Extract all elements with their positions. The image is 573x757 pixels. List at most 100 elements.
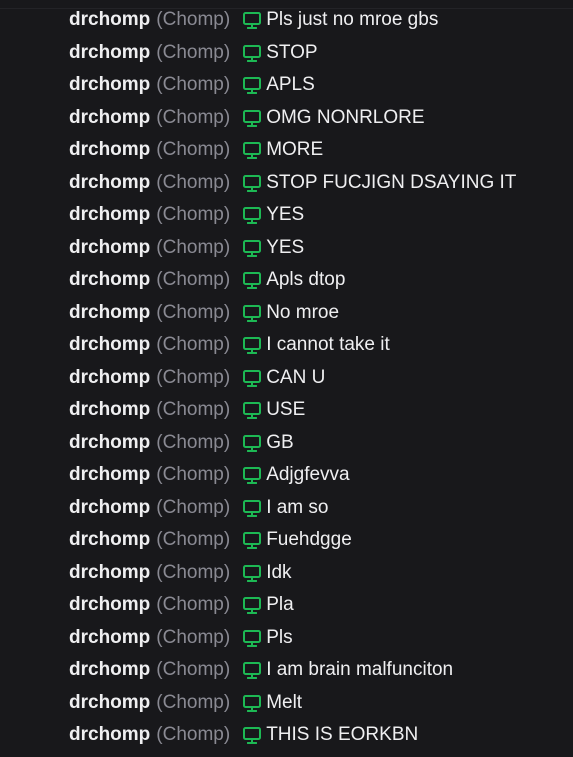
monitor-icon: [242, 563, 262, 583]
message-text: YES: [266, 236, 305, 258]
monitor-icon: [242, 335, 262, 355]
message-text: I cannot take it: [266, 334, 390, 355]
username[interactable]: drchomp: [69, 73, 150, 97]
chat-line: drchomp (Chomp) Adjgfevva: [69, 463, 350, 487]
chat-log: drchomp (Chomp) Pls just no mroe gbs drchom…: [0, 0, 573, 757]
display-name: (Chomp): [156, 74, 231, 95]
monitor-icon: [242, 465, 262, 485]
monitor-icon: [242, 368, 262, 388]
chat-line: drchomp (Chomp) THIS IS EORKBN: [69, 723, 418, 747]
username[interactable]: drchomp: [69, 658, 150, 682]
chat-line: drchomp (Chomp) Idk: [69, 561, 292, 585]
display-name: (Chomp): [156, 431, 231, 453]
message-text: Pla: [266, 594, 294, 615]
display-name: (Chomp): [156, 659, 231, 680]
chat-line: drchomp (Chomp) No mroe: [69, 301, 339, 325]
message-text: Apls dtop: [266, 269, 346, 290]
chat-line: drchomp (Chomp) Pls just no mroe gbs: [69, 8, 438, 32]
display-name: (Chomp): [156, 464, 231, 485]
username[interactable]: drchomp: [69, 41, 150, 65]
monitor-icon: [242, 693, 262, 713]
display-name: (Chomp): [156, 171, 231, 193]
message-text: Fuehdgge: [266, 529, 352, 550]
monitor-icon: [242, 140, 262, 160]
message-text: STOP: [266, 41, 318, 63]
display-name: (Chomp): [156, 724, 231, 745]
display-name: (Chomp): [156, 691, 231, 713]
monitor-icon: [242, 400, 262, 420]
username[interactable]: drchomp: [69, 236, 150, 260]
message-text: GB: [266, 431, 294, 453]
message-text: MORE: [266, 139, 324, 160]
message-text: Adjgfevva: [266, 464, 350, 485]
monitor-icon: [242, 660, 262, 680]
message-text: Pls: [266, 626, 293, 648]
chat-line: drchomp (Chomp) STOP: [69, 41, 318, 65]
monitor-icon: [242, 270, 262, 290]
username[interactable]: drchomp: [69, 431, 150, 455]
chat-line: drchomp (Chomp) Fuehdgge: [69, 528, 352, 552]
chat-line: drchomp (Chomp) MORE: [69, 138, 323, 162]
monitor-icon: [242, 238, 262, 258]
username[interactable]: drchomp: [69, 333, 150, 357]
monitor-icon: [242, 303, 262, 323]
username[interactable]: drchomp: [69, 593, 150, 617]
username[interactable]: drchomp: [69, 268, 150, 292]
chat-line: drchomp (Chomp) APLS: [69, 73, 315, 97]
monitor-icon: [242, 628, 262, 648]
display-name: (Chomp): [156, 139, 231, 160]
display-name: (Chomp): [156, 594, 231, 615]
message-text: I am so: [266, 496, 329, 518]
monitor-icon: [242, 205, 262, 225]
display-name: (Chomp): [156, 334, 231, 355]
username[interactable]: drchomp: [69, 528, 150, 552]
monitor-icon: [242, 108, 262, 128]
chat-line: drchomp (Chomp) YES: [69, 236, 304, 260]
display-name: (Chomp): [156, 204, 231, 225]
display-name: (Chomp): [156, 41, 231, 63]
monitor-icon: [242, 173, 262, 193]
username[interactable]: drchomp: [69, 561, 150, 585]
username[interactable]: drchomp: [69, 106, 150, 130]
chat-line: drchomp (Chomp) I cannot take it: [69, 333, 390, 357]
display-name: (Chomp): [156, 366, 231, 388]
display-name: (Chomp): [156, 496, 231, 518]
message-text: CAN U: [266, 366, 326, 388]
username[interactable]: drchomp: [69, 691, 150, 715]
chat-line: drchomp (Chomp) Apls dtop: [69, 268, 345, 292]
username[interactable]: drchomp: [69, 723, 150, 747]
username[interactable]: drchomp: [69, 398, 150, 422]
monitor-icon: [242, 43, 262, 63]
message-text: YES: [266, 204, 305, 225]
chat-line: drchomp (Chomp) Pla: [69, 593, 294, 617]
chat-line: drchomp (Chomp) GB: [69, 431, 294, 455]
display-name: (Chomp): [156, 236, 231, 258]
message-text: Pls just no mroe gbs: [266, 9, 439, 30]
monitor-icon: [242, 10, 262, 30]
username[interactable]: drchomp: [69, 203, 150, 227]
chat-line: drchomp (Chomp) Melt: [69, 691, 302, 715]
display-name: (Chomp): [156, 301, 231, 323]
chat-line: drchomp (Chomp) I am so: [69, 496, 329, 520]
message-text: Melt: [266, 691, 303, 713]
display-name: (Chomp): [156, 529, 231, 550]
username[interactable]: drchomp: [69, 171, 150, 195]
username[interactable]: drchomp: [69, 496, 150, 520]
chat-line: drchomp (Chomp) CAN U: [69, 366, 325, 390]
monitor-icon: [242, 530, 262, 550]
display-name: (Chomp): [156, 269, 231, 290]
username[interactable]: drchomp: [69, 301, 150, 325]
message-text: APLS: [266, 74, 315, 95]
chat-line: drchomp (Chomp) I am brain malfunciton: [69, 658, 453, 682]
monitor-icon: [242, 498, 262, 518]
display-name: (Chomp): [156, 9, 231, 30]
username[interactable]: drchomp: [69, 626, 150, 650]
username[interactable]: drchomp: [69, 366, 150, 390]
monitor-icon: [242, 433, 262, 453]
username[interactable]: drchomp: [69, 8, 150, 32]
message-text: I am brain malfunciton: [266, 659, 454, 680]
chat-line: drchomp (Chomp) STOP FUCJIGN DSAYING IT: [69, 171, 516, 195]
username[interactable]: drchomp: [69, 138, 150, 162]
chat-line: drchomp (Chomp) USE: [69, 398, 305, 422]
username[interactable]: drchomp: [69, 463, 150, 487]
